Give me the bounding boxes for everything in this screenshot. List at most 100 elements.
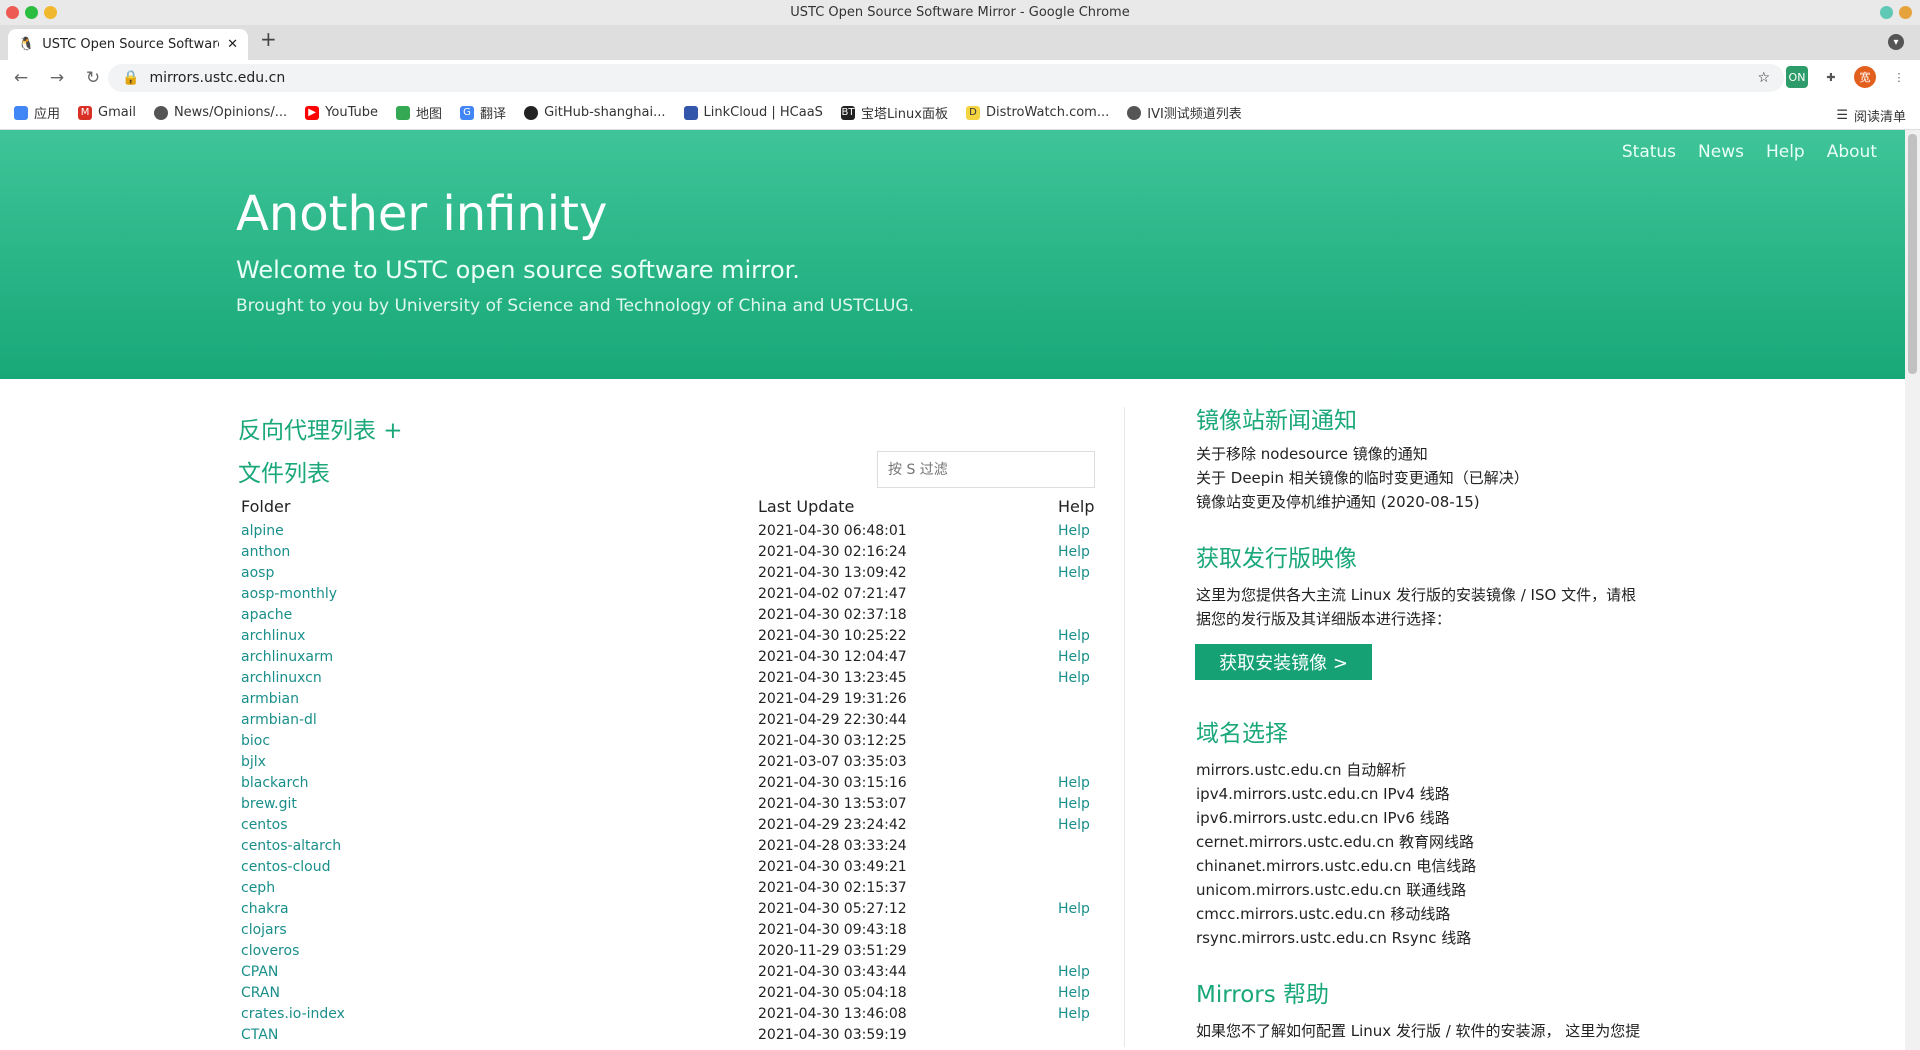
help-link[interactable]: Help bbox=[1058, 646, 1098, 667]
bookmark-apps[interactable]: 应用 bbox=[14, 103, 60, 122]
domain-item: unicom.mirrors.ustc.edu.cn 联通线路 bbox=[1196, 881, 1467, 899]
bookmark-translate[interactable]: G 翻译 bbox=[460, 103, 506, 122]
folder-link[interactable]: centos-altarch bbox=[241, 835, 758, 856]
help-link[interactable]: Help bbox=[1058, 1003, 1098, 1024]
table-row: crates.io-index 2021-04-30 13:46:08 Help bbox=[241, 1003, 1098, 1024]
address-bar[interactable]: 🔒 mirrors.ustc.edu.cn ☆ bbox=[108, 64, 1784, 92]
iso-heading: 获取发行版映像 bbox=[1196, 546, 1357, 572]
help-link[interactable]: Help bbox=[1058, 814, 1098, 835]
youtube-icon: ▶ bbox=[305, 105, 320, 120]
bookmark-linkcloud[interactable]: LinkCloud | HCaaS bbox=[683, 105, 823, 120]
folder-link[interactable]: CTAN bbox=[241, 1024, 758, 1045]
puzzle-extension-icon[interactable]: ✚ bbox=[1820, 66, 1842, 88]
scrollbar-thumb[interactable] bbox=[1908, 134, 1917, 374]
folder-link[interactable]: chakra bbox=[241, 898, 758, 919]
last-update-cell: 2021-04-30 03:15:16 bbox=[758, 774, 907, 791]
reload-icon[interactable]: ↻ bbox=[78, 68, 108, 88]
domain-item: chinanet.mirrors.ustc.edu.cn 电信线路 bbox=[1196, 857, 1477, 875]
table-row: archlinuxcn 2021-04-30 13:23:45 Help bbox=[241, 667, 1098, 688]
menu-dots-icon[interactable]: ⋮ bbox=[1888, 66, 1910, 88]
bookmark-youtube[interactable]: ▶ YouTube bbox=[305, 105, 378, 120]
folder-link[interactable]: brew.git bbox=[241, 793, 758, 814]
table-header: Folder Last Update Help bbox=[241, 497, 1094, 516]
bookmark-distrowatch[interactable]: D DistroWatch.com... bbox=[965, 105, 1109, 120]
folder-link[interactable]: armbian-dl bbox=[241, 709, 758, 730]
folder-link[interactable]: alpine bbox=[241, 520, 758, 541]
folder-link[interactable]: crates.io-index bbox=[241, 1003, 758, 1024]
forward-icon[interactable]: → bbox=[42, 68, 72, 88]
bookmark-baota[interactable]: BT 宝塔Linux面板 bbox=[840, 103, 948, 122]
maximize-window-icon[interactable] bbox=[25, 6, 38, 19]
minimize-window-icon[interactable] bbox=[44, 6, 57, 19]
new-tab-icon[interactable]: + bbox=[260, 27, 277, 51]
nav-status[interactable]: Status bbox=[1622, 142, 1676, 162]
close-window-icon[interactable] bbox=[6, 6, 19, 19]
nav-news[interactable]: News bbox=[1698, 142, 1744, 162]
folder-link[interactable]: clojars bbox=[241, 919, 758, 940]
help-link[interactable]: Help bbox=[1058, 562, 1098, 583]
folder-link[interactable]: bioc bbox=[241, 730, 758, 751]
folder-link[interactable]: aosp-monthly bbox=[241, 583, 758, 604]
window-titlebar: USTC Open Source Software Mirror - Googl… bbox=[0, 0, 1920, 25]
news-item[interactable]: 关于 Deepin 相关镜像的临时变更通知（已解决） bbox=[1196, 466, 1529, 490]
news-item[interactable]: 关于移除 nodesource 镜像的通知 bbox=[1196, 442, 1529, 466]
help-link[interactable]: Help bbox=[1058, 793, 1098, 814]
folder-link[interactable]: anthon bbox=[241, 541, 758, 562]
folder-link[interactable]: archlinuxarm bbox=[241, 646, 758, 667]
folder-link[interactable]: blackarch bbox=[241, 772, 758, 793]
folder-link[interactable]: centos-cloud bbox=[241, 856, 758, 877]
folder-link[interactable]: CRAN bbox=[241, 982, 758, 1003]
tab-close-icon[interactable]: ✕ bbox=[227, 37, 238, 52]
folder-link[interactable]: apache bbox=[241, 604, 758, 625]
proxy-list-heading[interactable]: 反向代理列表 + bbox=[238, 411, 403, 445]
back-icon[interactable]: ← bbox=[6, 68, 36, 88]
last-update-cell: 2021-04-30 02:16:24 bbox=[758, 543, 907, 560]
linkcloud-icon bbox=[683, 105, 698, 120]
bookmark-news[interactable]: News/Opinions/... bbox=[153, 105, 287, 120]
bookmark-gmail[interactable]: M Gmail bbox=[78, 105, 136, 120]
help-link[interactable]: Help bbox=[1058, 961, 1098, 982]
avatar[interactable]: 宽 bbox=[1854, 66, 1876, 88]
bookmark-maps[interactable]: 地图 bbox=[396, 103, 442, 122]
lock-icon[interactable]: 🔒 bbox=[122, 70, 139, 86]
help-heading: Mirrors 帮助 bbox=[1196, 982, 1330, 1008]
help-link[interactable]: Help bbox=[1058, 898, 1098, 919]
news-item[interactable]: 镜像站变更及停机维护通知 (2020-08-15) bbox=[1196, 490, 1529, 514]
iso-text-line: 据您的发行版及其详细版本进行选择： bbox=[1196, 610, 1452, 628]
folder-link[interactable]: ceph bbox=[241, 877, 758, 898]
bookmark-ivi[interactable]: IVI测试频道列表 bbox=[1127, 103, 1242, 122]
nav-about[interactable]: About bbox=[1827, 142, 1877, 162]
page-scrollbar[interactable] bbox=[1905, 130, 1920, 1050]
globe-icon bbox=[1127, 105, 1142, 120]
folder-link[interactable]: archlinuxcn bbox=[241, 667, 758, 688]
tab-search-icon[interactable]: ▾ bbox=[1888, 34, 1904, 50]
help-link[interactable]: Help bbox=[1058, 667, 1098, 688]
filter-input[interactable] bbox=[877, 451, 1095, 488]
reading-list-button[interactable]: ☰ 阅读清单 bbox=[1836, 106, 1906, 125]
profile-dot-icon[interactable] bbox=[1880, 6, 1893, 19]
folder-link[interactable]: armbian bbox=[241, 688, 758, 709]
help-link[interactable]: Help bbox=[1058, 520, 1098, 541]
help-link bbox=[1058, 940, 1098, 961]
folder-link[interactable]: archlinux bbox=[241, 625, 758, 646]
help-text: 如果您不了解如何配置 Linux 发行版 / 软件的安装源， 这里为您提 bbox=[1196, 1022, 1641, 1040]
reading-list-icon: ☰ bbox=[1836, 108, 1848, 123]
folder-link[interactable]: bjlx bbox=[241, 751, 758, 772]
folder-link[interactable]: CPAN bbox=[241, 961, 758, 982]
extension-on-icon[interactable]: ON bbox=[1786, 66, 1808, 88]
bookmark-star-icon[interactable]: ☆ bbox=[1757, 70, 1770, 86]
help-link bbox=[1058, 583, 1098, 604]
folder-link[interactable]: aosp bbox=[241, 562, 758, 583]
nav-help[interactable]: Help bbox=[1766, 142, 1805, 162]
help-link[interactable]: Help bbox=[1058, 625, 1098, 646]
help-link[interactable]: Help bbox=[1058, 541, 1098, 562]
help-link[interactable]: Help bbox=[1058, 772, 1098, 793]
folder-link[interactable]: centos bbox=[241, 814, 758, 835]
get-iso-button[interactable]: 获取安装镜像 > bbox=[1195, 644, 1372, 680]
top-nav: Status News Help About bbox=[1622, 142, 1877, 162]
folder-link[interactable]: cloveros bbox=[241, 940, 758, 961]
bookmark-github[interactable]: GitHub-shanghai... bbox=[524, 105, 666, 120]
help-link[interactable]: Help bbox=[1058, 982, 1098, 1003]
last-update-cell: 2021-04-30 03:12:25 bbox=[758, 732, 907, 749]
browser-tab[interactable]: 🐧 USTC Open Source Software Mirror ✕ bbox=[8, 29, 248, 60]
